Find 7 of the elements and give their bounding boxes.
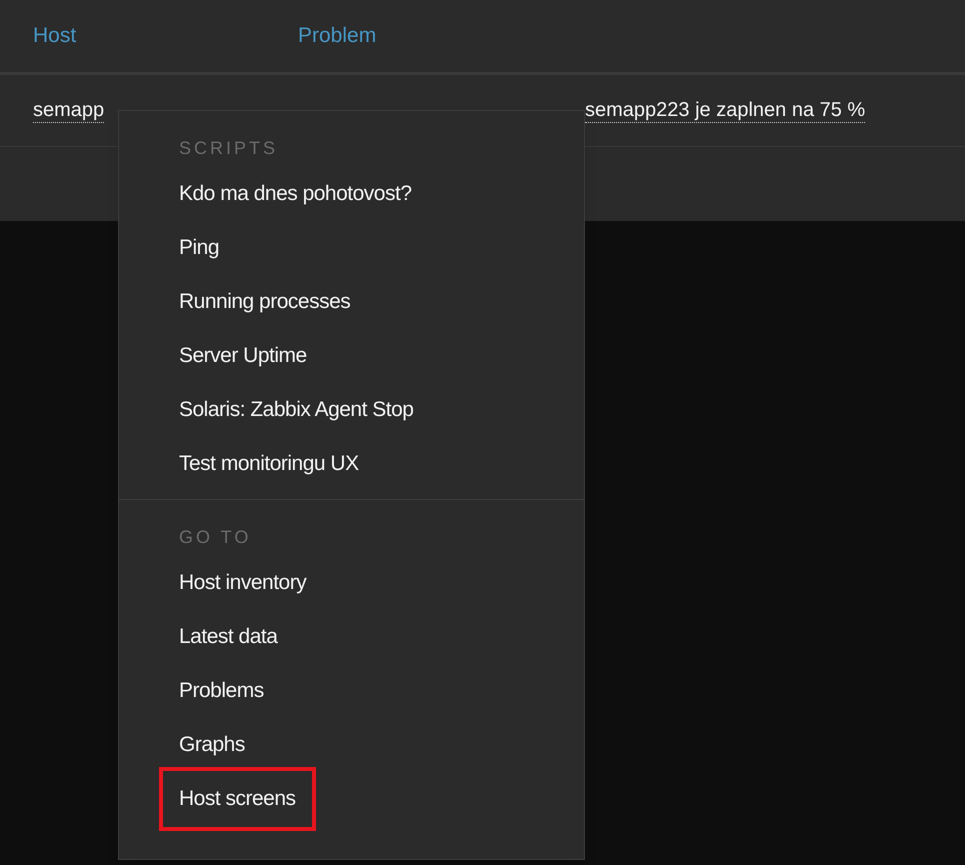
problem-link[interactable]: semapp223 je zaplnen na 75 % [585,98,866,123]
menu-section-title: SCRIPTS [178,136,280,160]
column-header[interactable]: Host [0,20,298,52]
menu-section-title: GO TO [178,526,252,548]
host-link[interactable]: semapp [33,98,104,123]
column-header[interactable]: Problem [298,20,376,52]
menu-item[interactable]: Host screens [159,767,316,831]
